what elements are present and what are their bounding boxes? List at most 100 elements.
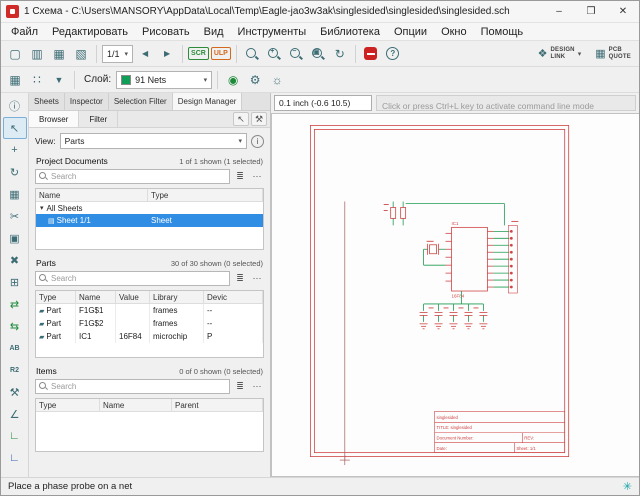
menu-options[interactable]: Опции (387, 25, 434, 39)
table-row-sheet[interactable]: ▤ Sheet 1/1 Sheet (36, 214, 263, 227)
menu-file[interactable]: Файл (4, 25, 45, 39)
display-options-icon[interactable]: ☼ (267, 70, 287, 90)
sync-icon[interactable]: ✳ (623, 480, 632, 493)
column-header-name[interactable]: Name (36, 189, 148, 201)
column-header-value[interactable]: Value (116, 291, 150, 303)
all-sheets-group-row[interactable]: ▾ All Sheets (36, 202, 263, 214)
documents-more-icon[interactable]: ⋯ (250, 170, 264, 184)
filter-icon[interactable]: ▼ (49, 70, 69, 90)
menu-draw[interactable]: Рисовать (135, 25, 197, 39)
command-toolstrip: ⓘ ↖ + ↻ ▦ ✂ ▣ ✖ ⊞ ⇄ ⇆ AB R2 ⚒ ∠ ∟ ∟ (1, 93, 29, 477)
command-line-input[interactable] (377, 99, 635, 113)
zoom-out-icon[interactable]: − (286, 44, 306, 64)
smash-tool[interactable]: ⚒ (3, 381, 27, 403)
zoom-select-icon[interactable]: ▣ (308, 44, 328, 64)
replace-tool[interactable]: ⇆ (3, 315, 27, 337)
items-section-header: Items 0 of 0 shown (0 selected) (29, 362, 270, 377)
value-tool[interactable]: R2 (3, 359, 27, 381)
zoom-in-icon[interactable]: + (264, 44, 284, 64)
minimize-button[interactable]: – (543, 1, 575, 23)
close-button[interactable]: ✕ (607, 1, 639, 23)
column-header-library[interactable]: Library (150, 291, 204, 303)
search-icon (39, 274, 48, 283)
items-search-input[interactable] (51, 382, 226, 391)
bus-tool[interactable]: ∟ (3, 447, 27, 469)
svg-text:Date:: Date: (437, 446, 447, 451)
net-tool[interactable]: ∟ (3, 425, 27, 447)
stop-icon[interactable] (361, 44, 381, 64)
mark-tool[interactable]: + (3, 139, 27, 161)
menu-tools[interactable]: Инструменты (231, 25, 314, 39)
delete-tool[interactable]: ✖ (3, 249, 27, 271)
search-icon (39, 382, 48, 391)
view-info-icon[interactable]: i (251, 135, 264, 148)
menu-view[interactable]: Вид (197, 25, 231, 39)
tab-design-manager[interactable]: Design Manager (173, 93, 243, 110)
menu-window[interactable]: Окно (434, 25, 474, 39)
parts-search-input[interactable] (51, 274, 226, 283)
documents-list-options-icon[interactable]: ≣ (233, 170, 247, 184)
print-icon[interactable]: ▧ (71, 44, 91, 64)
tab-selection-filter[interactable]: Selection Filter (109, 93, 173, 110)
menu-help[interactable]: Помощь (474, 25, 531, 39)
open-icon[interactable]: ▥ (27, 44, 47, 64)
select-tool[interactable]: ↖ (3, 117, 27, 139)
part-value: 16F84 (116, 330, 150, 343)
layer-settings-icon[interactable]: ⚙ (245, 70, 265, 90)
new-icon[interactable]: ▢ (5, 44, 25, 64)
grid-icon[interactable]: ▦ (5, 70, 25, 90)
dot-grid-icon[interactable]: ∷ (27, 70, 47, 90)
zoom-fit-icon[interactable] (242, 44, 262, 64)
column-header-type[interactable]: Type (36, 291, 76, 303)
design-link-icon: ❖ (538, 47, 548, 60)
panel-settings-icon[interactable]: ⚒ (251, 112, 267, 126)
parts-more-icon[interactable]: ⋯ (250, 272, 264, 286)
table-row-part[interactable]: ▰Part IC1 16F84 microchip P (36, 330, 263, 343)
tab-inspector[interactable]: Inspector (65, 93, 109, 110)
next-sheet-icon[interactable]: ▶ (157, 44, 177, 64)
sheet-selector[interactable]: 1/1 ▾ (102, 45, 133, 63)
column-header-type[interactable]: Type (36, 399, 100, 411)
name-tool[interactable]: AB (3, 337, 27, 359)
help-icon[interactable]: ? (383, 44, 403, 64)
items-title: Items (36, 366, 57, 376)
schematic-canvas[interactable]: singlesided TITLE: singlesided Document … (271, 113, 639, 477)
run-ulp-button[interactable]: ULP (211, 44, 231, 64)
view-selector[interactable]: Parts ▾ (60, 133, 247, 149)
tab-sheets[interactable]: Sheets (29, 93, 65, 110)
parts-list-options-icon[interactable]: ≣ (233, 272, 247, 286)
documents-search-input[interactable] (51, 172, 226, 181)
column-header-name[interactable]: Name (100, 399, 172, 411)
pinswap-tool[interactable]: ⇄ (3, 293, 27, 315)
expander-icon[interactable]: ▾ (40, 204, 44, 212)
menu-edit[interactable]: Редактировать (45, 25, 135, 39)
prev-sheet-icon[interactable]: ◀ (135, 44, 155, 64)
menu-library[interactable]: Библиотека (313, 25, 387, 39)
group-tool[interactable]: ▦ (3, 183, 27, 205)
miter-tool[interactable]: ∠ (3, 403, 27, 425)
layer-visibility-icon[interactable]: ◉ (223, 70, 243, 90)
add-part-tool[interactable]: ⊞ (3, 271, 27, 293)
save-icon[interactable]: ▦ (49, 44, 69, 64)
rotate-tool[interactable]: ↻ (3, 161, 27, 183)
tab-filter[interactable]: Filter (79, 111, 118, 127)
cut-tool[interactable]: ✂ (3, 205, 27, 227)
pick-mode-icon[interactable]: ↖ (233, 112, 249, 126)
copy-tool[interactable]: ▣ (3, 227, 27, 249)
layer-selector[interactable]: 91 Nets ▾ (116, 71, 212, 89)
maximize-button[interactable]: ❒ (575, 1, 607, 23)
column-header-type[interactable]: Type (148, 189, 263, 201)
items-list-options-icon[interactable]: ≣ (233, 380, 247, 394)
column-header-name[interactable]: Name (76, 291, 116, 303)
redraw-icon[interactable]: ↻ (330, 44, 350, 64)
run-script-button[interactable]: SCR (188, 44, 209, 64)
design-link-button[interactable]: ❖ DESIGN LINK ▾ (534, 46, 586, 62)
tab-browser[interactable]: Browser (29, 111, 79, 127)
pcb-quote-button[interactable]: ▦ PCB QUOTE (591, 46, 635, 62)
column-header-parent[interactable]: Parent (172, 399, 263, 411)
info-tool[interactable]: ⓘ (3, 95, 27, 117)
items-more-icon[interactable]: ⋯ (250, 380, 264, 394)
table-row-part[interactable]: ▰Part F1G$2 frames -- (36, 317, 263, 330)
column-header-device[interactable]: Devic (204, 291, 263, 303)
table-row-part[interactable]: ▰Part F1G$1 frames -- (36, 304, 263, 317)
